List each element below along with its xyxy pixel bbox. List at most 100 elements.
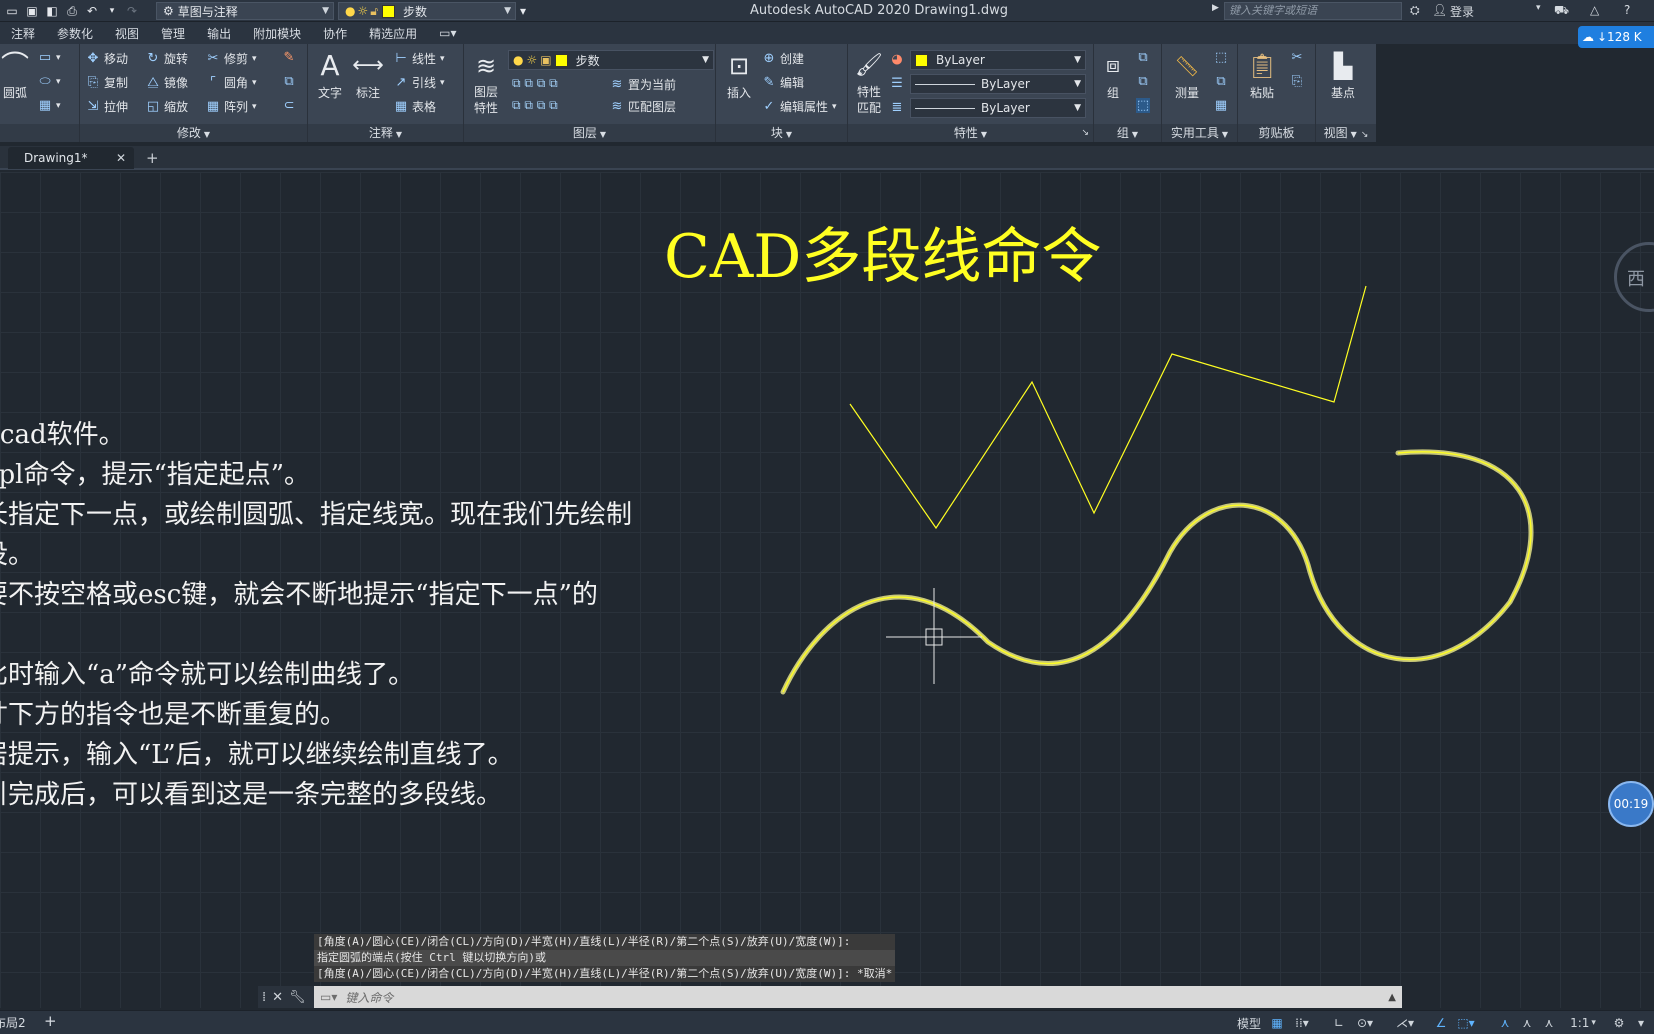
tab-addins[interactable]: 附加模块 [242, 25, 312, 42]
auto-scale-icon[interactable]: ⋏ [1518, 1014, 1536, 1032]
layout-tab[interactable]: 布局2 [0, 1014, 26, 1031]
block-panel-title[interactable]: 块 ▼ [716, 124, 847, 142]
isodraft-icon[interactable]: ⋌▾ [1392, 1014, 1418, 1032]
ortho-icon[interactable]: ∟ [1330, 1014, 1348, 1032]
offset-button[interactable]: ⊂ [282, 98, 296, 113]
share-icon[interactable]: △ [1590, 3, 1599, 17]
linetype-icon[interactable]: ☰ [890, 76, 904, 91]
close-icon[interactable]: ✕ [116, 151, 126, 165]
trim-button[interactable]: ✂ 修剪 ▾ [206, 50, 257, 67]
gear-icon[interactable]: ⚙ [1610, 1014, 1628, 1032]
dimension-button[interactable]: ⟷ 标注 [350, 48, 386, 101]
mirror-button[interactable]: ⧋ 镜像 [146, 74, 188, 91]
base-point-button[interactable]: ▙ 基点 [1322, 48, 1364, 101]
ungroup-button[interactable]: ⧉ [1136, 50, 1150, 65]
scale-dropdown[interactable]: 1:1 ▾ [1566, 1014, 1600, 1032]
document-tab[interactable]: Drawing1* ✕ [8, 147, 134, 169]
save-as-icon[interactable]: ◧ [44, 4, 60, 18]
modify-panel-title[interactable]: 修改 ▼ [80, 124, 307, 142]
match-properties-button[interactable]: 🖌︎ 特性匹配 [852, 48, 886, 116]
redo-icon[interactable]: ↷ [124, 4, 140, 18]
measure-button[interactable]: 📏︎ 测量 [1166, 48, 1208, 101]
edit-attributes-button[interactable]: ✓ 编辑属性 ▾ [762, 98, 837, 115]
fillet-button[interactable]: ⌜ 圆角 ▾ [206, 74, 257, 91]
annotation-visibility-icon[interactable]: ⋏ [1496, 1014, 1514, 1032]
undo-dropdown-icon[interactable]: ▾ [104, 6, 120, 16]
match-layer-button[interactable]: ≋ 匹配图层 [610, 98, 676, 115]
properties-panel-title[interactable]: 特性 ▼ ↘ [848, 124, 1093, 142]
object-snap-icon[interactable]: ⬚▾ [1454, 1014, 1478, 1032]
clipboard-panel-title[interactable]: 剪贴板 [1238, 124, 1315, 142]
color-wheel-icon[interactable]: ◕ [890, 52, 904, 67]
group-edit-button[interactable]: ⧉ [1136, 74, 1150, 89]
calculator-button[interactable]: ▦ [1214, 98, 1228, 113]
layers-panel-title[interactable]: 图层 ▼ [464, 124, 715, 142]
set-current-button[interactable]: ≋ 置为当前 [610, 76, 676, 93]
arc-button[interactable]: ⌒ 圆弧 [0, 48, 30, 101]
login-button[interactable]: 登录 [1450, 3, 1474, 20]
annotation-scale-icon[interactable]: ⋏ [1540, 1014, 1558, 1032]
grid-icon[interactable]: ▦ [1268, 1014, 1286, 1032]
cart-icon[interactable]: ⛟ [1554, 3, 1569, 19]
annotation-panel-title[interactable]: 注释 ▼ [308, 124, 463, 142]
leader-button[interactable]: ↗ 引线 ▾ [394, 74, 445, 91]
tab-output[interactable]: 输出 [196, 25, 242, 42]
customize-qat-icon[interactable]: ▾ [520, 2, 526, 20]
linetype-dropdown[interactable]: ByLayer ▼ [910, 74, 1086, 94]
zigzag-polyline[interactable] [849, 285, 1367, 530]
polar-icon[interactable]: ⊙▾ [1352, 1014, 1378, 1032]
help-button[interactable]: ? [1624, 3, 1630, 17]
tab-manage[interactable]: 管理 [150, 25, 196, 42]
wrench-icon[interactable]: 🔧︎ [289, 990, 306, 1005]
group-select-button[interactable]: ⬚ [1136, 98, 1150, 113]
chevron-down-icon[interactable]: ▾ [1536, 3, 1541, 13]
group-button[interactable]: ⧈ 组 [1096, 48, 1130, 101]
ribbon-options-icon[interactable]: ▭▾ [428, 26, 467, 40]
text-button[interactable]: A 文字 [312, 48, 348, 101]
binoculars-icon[interactable]: ⛭ [1410, 3, 1420, 18]
erase-button[interactable]: ✎ [282, 50, 296, 65]
open-file-icon[interactable]: ▭ [4, 4, 20, 18]
arc-polyline[interactable] [780, 449, 1534, 695]
search-expand-icon[interactable]: ▶ [1212, 3, 1219, 13]
new-tab-button[interactable]: + [146, 149, 159, 167]
color-dropdown[interactable]: ByLayer ▼ [910, 50, 1086, 70]
insert-button[interactable]: ⊡ 插入 [720, 48, 758, 101]
customization-icon[interactable]: ▾ [1632, 1014, 1650, 1032]
snap-icon[interactable]: ⁞⁞▾ [1290, 1014, 1314, 1032]
view-panel-title[interactable]: 视图 ▼ ↘ [1316, 124, 1376, 142]
cut-button[interactable]: ✂ [1290, 50, 1304, 65]
move-button[interactable]: ✥ 移动 [86, 50, 128, 67]
ellipse-button[interactable]: ⬭ ▾ [38, 74, 60, 89]
edit-block-button[interactable]: ✎ 编辑 [762, 74, 804, 91]
quick-layer-dropdown[interactable]: ● ☼ 🔓︎ 步数 ▼ [338, 2, 516, 20]
rotate-button[interactable]: ↻ 旋转 [146, 50, 188, 67]
rectangle-button[interactable]: ▭ ▾ [38, 50, 61, 65]
quick-select-button[interactable]: ⧉ [1214, 74, 1228, 89]
command-input[interactable]: ▭▾ 键入命令 ▲ [314, 986, 1402, 1008]
close-icon[interactable]: ✕ [272, 990, 283, 1005]
id-point-button[interactable]: ⬚ [1214, 50, 1228, 65]
table-button[interactable]: ▦ 表格 [394, 98, 436, 115]
save-icon[interactable]: ▣ [24, 4, 40, 18]
draw-panel-title[interactable] [0, 124, 79, 142]
scale-button[interactable]: ◱ 缩放 [146, 98, 188, 115]
grip-handle[interactable]: ⁞ [262, 990, 266, 1005]
tab-collaborate[interactable]: 协作 [312, 25, 358, 42]
object-snap-tracking-icon[interactable]: ∠ [1432, 1014, 1450, 1032]
copy-clip-button[interactable]: ⎘ [1290, 74, 1304, 89]
layer-tools-row-1[interactable]: ⧉ ⧉ ⧉ ⧉ [512, 76, 558, 91]
copy-button[interactable]: ⎘ 复制 [86, 74, 128, 91]
tab-view[interactable]: 视图 [104, 25, 150, 42]
tab-annotate[interactable]: 注释 [0, 25, 46, 42]
groups-panel-title[interactable]: 组 ▼ [1094, 124, 1161, 142]
lineweight-icon[interactable]: ≣ [890, 100, 904, 115]
chevron-up-icon[interactable]: ▲ [1388, 992, 1396, 1003]
layer-properties-button[interactable]: ≋ 图层特性 [466, 48, 506, 116]
array-button[interactable]: ▦ 阵列 ▾ [206, 98, 257, 115]
layer-dropdown[interactable]: ● ☼ ▣ 步数 ▼ [508, 50, 714, 70]
create-block-button[interactable]: ⊕ 创建 [762, 50, 804, 67]
explode-button[interactable]: ⧉ [282, 74, 296, 89]
hatch-button[interactable]: ▦ ▾ [38, 98, 61, 113]
workspace-dropdown[interactable]: ⚙ 草图与注释 ▼ [156, 2, 334, 20]
